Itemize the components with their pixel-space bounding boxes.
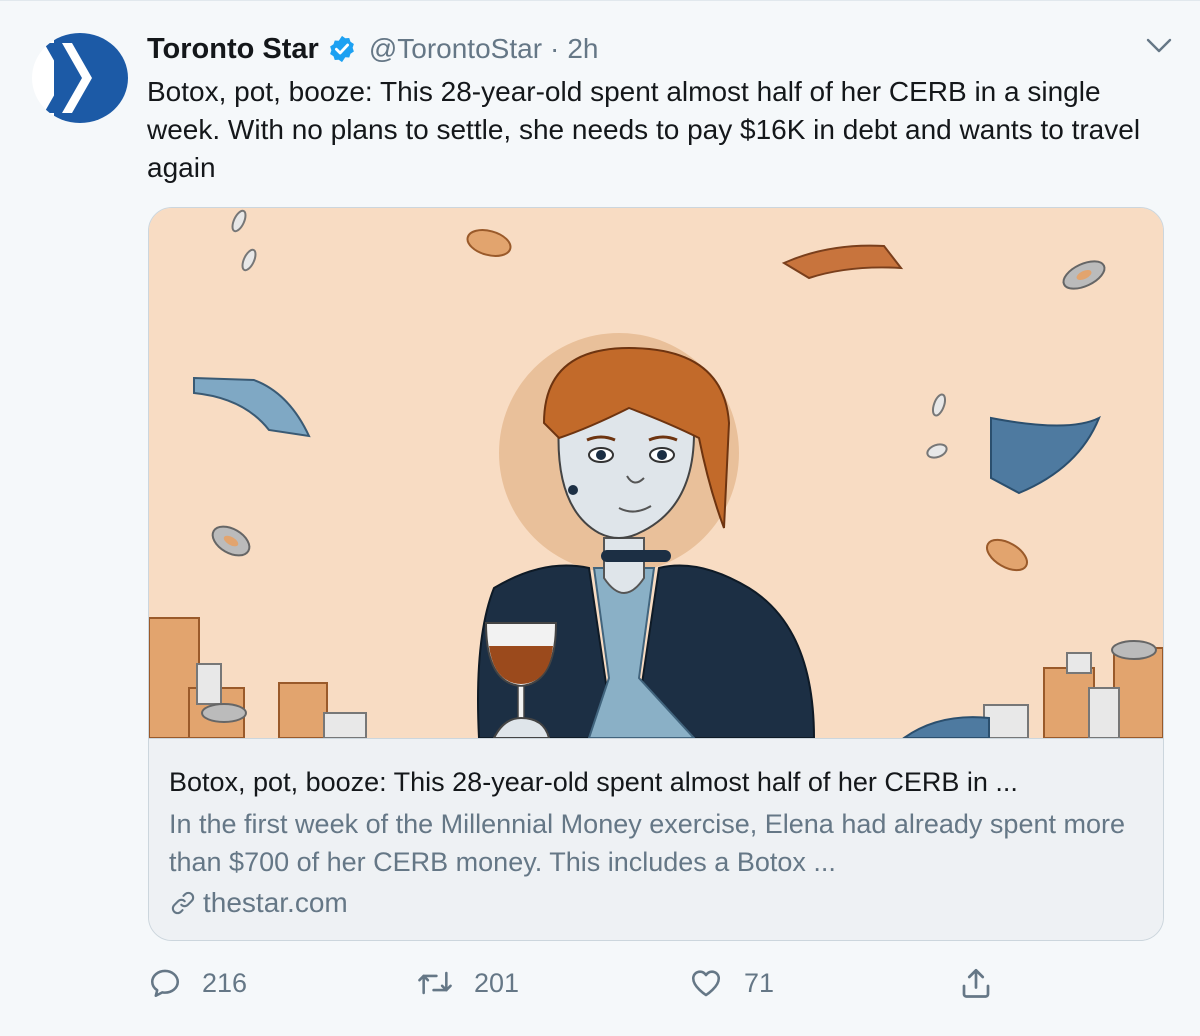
tweet-timestamp[interactable]: 2h [567, 33, 598, 65]
separator-dot: · [550, 33, 560, 64]
reply-button[interactable]: 216 [148, 959, 247, 1007]
tweet-header: Toronto Star @TorontoStar · 2h [147, 29, 599, 69]
card-title[interactable]: Botox, pot, booze: This 28-year-old spen… [169, 765, 1149, 799]
reply-icon [150, 969, 180, 998]
retweet-icon [418, 971, 452, 995]
reply-count: 216 [202, 967, 248, 998]
link-card[interactable]: Botox, pot, booze: This 28-year-old spen… [148, 207, 1164, 941]
like-button[interactable]: 71 [688, 959, 774, 1007]
retweet-button[interactable]: 201 [416, 959, 519, 1007]
share-icon [962, 968, 990, 998]
author-avatar[interactable] [32, 33, 128, 123]
toronto-star-logo [32, 33, 128, 123]
verified-badge-icon [329, 35, 354, 63]
share-button[interactable] [958, 959, 1014, 1007]
heart-icon [691, 970, 721, 997]
card-image[interactable] [149, 208, 1163, 738]
article-illustration [149, 208, 1163, 738]
tweet-text: Botox, pot, booze: This 28-year-old spen… [147, 76, 1141, 183]
tweet-actions: 216 201 71 [148, 959, 1048, 1007]
author-name[interactable]: Toronto Star [147, 33, 319, 66]
tweet[interactable]: Toronto Star @TorontoStar · 2h Botox, po… [0, 0, 1200, 1036]
card-domain-text[interactable]: thestar.com [203, 887, 348, 919]
card-body[interactable]: Botox, pot, booze: This 28-year-old spen… [149, 738, 1163, 940]
card-description: In the first week of the Millennial Mone… [169, 809, 1125, 877]
link-icon [171, 891, 195, 915]
retweet-count: 201 [474, 967, 520, 998]
author-handle[interactable]: @TorontoStar [369, 33, 542, 65]
like-count: 71 [744, 967, 775, 998]
chevron-down-icon[interactable] [1146, 37, 1172, 55]
card-domain[interactable]: thestar.com [169, 887, 348, 919]
